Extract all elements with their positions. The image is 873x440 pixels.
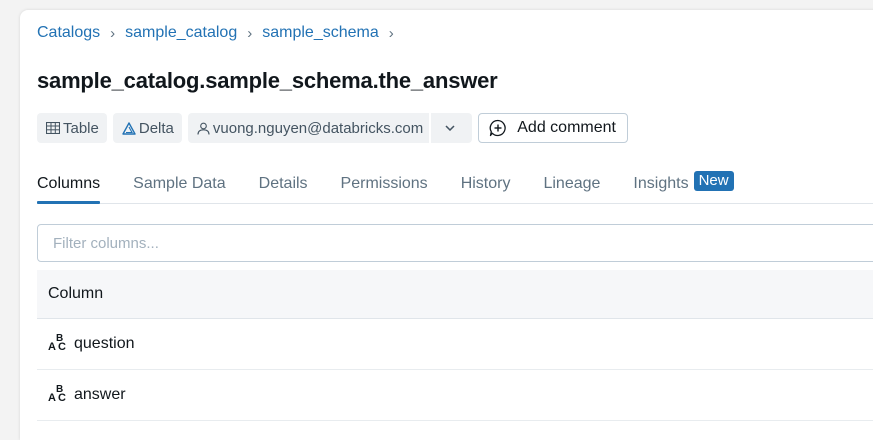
tab-label: Sample Data (133, 175, 226, 192)
tab-label: Insights (633, 175, 689, 192)
breadcrumb: Catalogs › sample_catalog › sample_schem… (37, 24, 404, 42)
new-badge: New (693, 171, 734, 191)
breadcrumb-catalogs[interactable]: Catalogs (37, 24, 100, 42)
breadcrumb-separator-icon: › (388, 24, 394, 42)
tab-label: Details (258, 175, 308, 192)
table-header: Column (37, 270, 873, 319)
table-format-tag: Delta (112, 113, 182, 143)
delta-icon (122, 121, 136, 135)
tab-columns[interactable]: Columns (37, 170, 101, 204)
table-tags: Table Delta vuong.nguyen@databricks.com (37, 113, 628, 143)
table-format-label: Delta (138, 119, 174, 137)
tab-insights[interactable]: Insights New (633, 170, 734, 203)
column-name: question (74, 335, 135, 352)
string-type-icon: ABC (48, 384, 66, 404)
columns-table: Column ABC question ABC answer (37, 270, 873, 421)
breadcrumb-separator-icon: › (110, 24, 116, 42)
add-comment-icon (489, 119, 506, 137)
tab-history[interactable]: History (461, 170, 511, 203)
tab-label: Permissions (340, 175, 428, 192)
column-name: answer (74, 386, 126, 403)
column-header-label: Column (48, 285, 104, 302)
chevron-down-icon (445, 125, 455, 131)
table-row[interactable]: ABC question (37, 319, 873, 370)
tab-bar: Columns Sample Data Details Permissions … (37, 170, 873, 204)
tab-sample-data[interactable]: Sample Data (133, 170, 226, 203)
tab-permissions[interactable]: Permissions (341, 170, 428, 203)
table-type-label: Table (63, 119, 99, 137)
add-comment-button[interactable]: Add comment (478, 113, 628, 143)
user-icon (197, 122, 210, 135)
string-type-icon: ABC (48, 333, 66, 353)
catalog-explorer-panel: Catalogs › sample_catalog › sample_schem… (20, 10, 873, 440)
owner-tag[interactable]: vuong.nguyen@databricks.com (187, 113, 430, 143)
table-icon (46, 122, 60, 134)
owner-email: vuong.nguyen@databricks.com (212, 119, 424, 137)
add-comment-label: Add comment (517, 119, 616, 136)
tab-label: Lineage (543, 175, 601, 192)
breadcrumb-separator-icon: › (247, 24, 253, 42)
breadcrumb-sample-schema[interactable]: sample_schema (262, 24, 379, 42)
tab-label: History (460, 175, 511, 192)
tab-lineage[interactable]: Lineage (543, 170, 600, 203)
owner-dropdown-button[interactable] (431, 113, 473, 143)
tab-label: Columns (37, 175, 101, 192)
page-title: sample_catalog.sample_schema.the_answer (37, 68, 498, 93)
table-type-tag: Table (37, 113, 107, 143)
filter-columns-input[interactable] (37, 224, 873, 262)
breadcrumb-sample-catalog[interactable]: sample_catalog (125, 24, 237, 42)
tab-details[interactable]: Details (259, 170, 308, 203)
table-row[interactable]: ABC answer (37, 370, 873, 421)
